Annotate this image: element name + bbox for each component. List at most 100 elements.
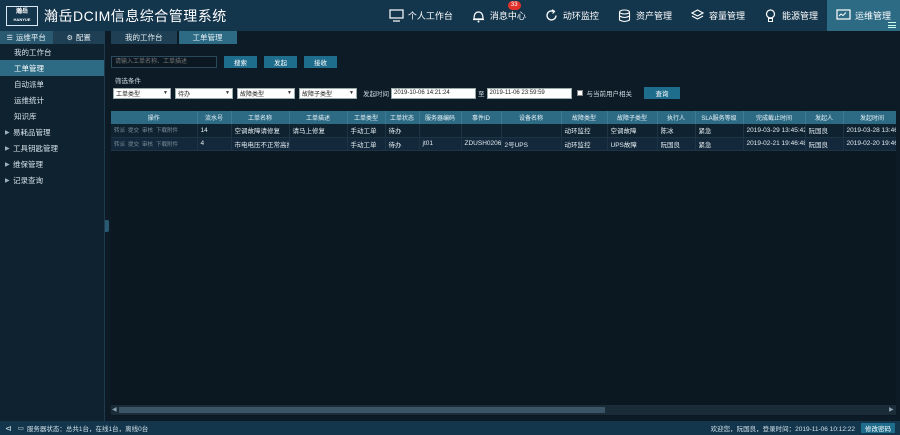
search-button[interactable]: 搜索 [224,55,257,68]
column-header[interactable]: 执行人 [657,111,696,124]
screen-icon [836,8,851,23]
order-type-select[interactable]: 工单类型 ▼ [113,87,171,99]
tab-ops-platform[interactable]: ☰ 运维平台 [0,31,53,44]
sidebar-item-ops-statistics[interactable]: 运维统计 [0,92,104,108]
nav-label: 能源管理 [781,11,818,21]
nav-label: 个人工作台 [407,11,453,21]
sidebar-group-maintenance[interactable]: ▶ 维保管理 [0,156,104,172]
sidebar: 我的工作台 工单管理 自动派单 运维统计 知识库 ▶ 易耗品管理 ▶ 工具钥匙管理 … [0,44,105,421]
sidebar-group-tool-keys[interactable]: ▶ 工具钥匙管理 [0,140,104,156]
sidebar-toggle-icon[interactable]: ⊲ [5,424,12,433]
sidebar-item-knowledge-base[interactable]: 知识库 [0,108,104,124]
review-link[interactable]: 审核 [142,142,153,148]
list-icon: ☰ [6,34,13,42]
column-header[interactable]: 故障子类型 [607,111,658,124]
filter-label: 筛选条件 [115,78,141,85]
bell-icon [471,8,486,23]
transfer-link[interactable]: 转派 [114,128,125,134]
tab-my-workbench[interactable]: 我的工作台 [111,31,177,44]
table-cell: 阮国良 [657,137,696,151]
tab-label: 配置 [75,33,91,42]
table-cell [419,124,462,138]
submit-link[interactable]: 提交 [128,128,139,134]
nav-energy-management[interactable]: 能源管理 [754,0,827,31]
tab-config[interactable]: ⚙ 配置 [53,31,106,44]
column-header[interactable]: 设备名称 [501,111,562,124]
column-header[interactable]: 工单名称 [231,111,290,124]
sidebar-item-work-orders[interactable]: 工单管理 [0,60,104,76]
related-user-checkbox[interactable] [576,90,583,96]
query-button[interactable]: 查询 [644,87,680,99]
column-header[interactable]: SLA服务等级 [695,111,744,124]
table-cell: 2019-03-28 13:46 [843,124,896,138]
chevron-right-icon: ▶ [5,129,10,136]
order-status-select[interactable]: 待办 ▼ [175,87,233,99]
change-password-button[interactable]: 修改密码 [861,423,895,433]
column-header[interactable]: 故障类型 [561,111,608,124]
monitor-icon [389,8,404,23]
review-link[interactable]: 审核 [142,128,153,134]
date-to-field[interactable]: 2019-11-06 23:59:59 [486,87,572,99]
date-from-field[interactable]: 2019-10-06 14:21:24 [391,87,476,99]
sidebar-group-record-query[interactable]: ▶ 记录查询 [0,172,104,188]
download-attachment-link[interactable]: 下载附件 [156,128,178,134]
bulb-icon [763,8,778,23]
sidebar-item-my-workbench[interactable]: 我的工作台 [0,44,104,60]
download-attachment-link[interactable]: 下载附件 [156,142,178,148]
sidebar-item-label: 记录查询 [13,175,43,185]
submit-link[interactable]: 提交 [128,142,139,148]
scroll-right-icon[interactable]: ▶ [889,406,895,414]
sidebar-group-consumables[interactable]: ▶ 易耗品管理 [0,124,104,140]
nav-message-center[interactable]: 消息中心 33 [462,0,535,31]
hamburger-menu-icon[interactable] [888,22,896,28]
table-cell: 手动工单 [347,124,386,138]
column-header[interactable]: 事件ID [461,111,502,124]
column-header[interactable]: 发起人 [805,111,844,124]
filter-row: 工单类型 ▼ 待办 ▼ 故障类型 ▼ 故障子类型 ▼ 发起时间 2019-10-06 1… [113,87,680,99]
launch-button[interactable]: 发起 [264,55,297,68]
table-cell: 4 [197,137,232,151]
column-header[interactable]: 完成截止时间 [743,111,806,124]
nav-environment-monitoring[interactable]: 动环监控 [535,0,608,31]
nav-label: 资产管理 [635,11,672,21]
sidebar-item-label: 工具钥匙管理 [13,143,58,153]
table-row[interactable]: 转派 提交 审核 下载附件 4 市电电压不正常高报 手动工单 待办 jt01 ZDUS… [111,137,896,151]
scroll-left-icon[interactable]: ◀ [112,406,118,414]
column-header[interactable]: 工单类型 [347,111,386,124]
fault-subtype-select[interactable]: 故障子类型 ▼ [299,87,357,99]
scrollbar-thumb[interactable] [119,407,605,413]
fault-type-select[interactable]: 故障类型 ▼ [237,87,295,99]
chevron-down-icon: ▼ [163,90,168,96]
horizontal-scrollbar[interactable]: ◀ ▶ [111,405,896,415]
table-header-row: 操作 流水号 工单名称 工单描述 工单类型 工单状态 服务器编码 事件ID 设备… [111,111,896,124]
table-cell: 市电电压不正常高报 [231,137,290,151]
sidebar-collapse-handle[interactable] [105,220,109,232]
table-cell: jt01 [419,137,462,151]
search-input[interactable] [111,55,217,68]
nav-personal-workbench[interactable]: 个人工作台 [380,0,462,31]
transfer-link[interactable]: 转派 [114,142,125,148]
chevron-down-icon: ▼ [287,90,292,96]
column-header[interactable]: 发起时间 [843,111,896,124]
column-header[interactable]: 工单描述 [289,111,348,124]
sidebar-item-auto-dispatch[interactable]: 自动派单 [0,76,104,92]
left-panel-tabs: ☰ 运维平台 ⚙ 配置 [0,31,105,44]
to-label: 至 [478,91,485,98]
table-row[interactable]: 转派 提交 审核 下载附件 14 空调故障请修复 请马上修复 手动工单 待办 动环监控… [111,124,896,138]
column-header[interactable]: 流水号 [197,111,232,124]
app-title: 瀚岳DCIM信息综合管理系统 [44,7,227,24]
nav-asset-management[interactable]: 资产管理 [608,0,681,31]
work-order-table: 操作 流水号 工单名称 工单描述 工单类型 工单状态 服务器编码 事件ID 设备… [111,111,896,416]
column-header[interactable]: 操作 [111,111,198,124]
column-header[interactable]: 工单状态 [385,111,420,124]
accept-button[interactable]: 接收 [304,55,337,68]
column-header[interactable]: 服务器编码 [419,111,462,124]
table-cell: 阮国良 [805,137,844,151]
tab-work-orders[interactable]: 工单管理 [178,31,237,44]
table-cell: UPS故障 [607,137,658,151]
chevron-right-icon: ▶ [5,145,10,152]
chevron-down-icon: ▼ [225,90,230,96]
table-cell: 待办 [385,124,420,138]
nav-capacity-management[interactable]: 容量管理 [681,0,754,31]
sidebar-item-label: 我的工作台 [14,47,52,57]
